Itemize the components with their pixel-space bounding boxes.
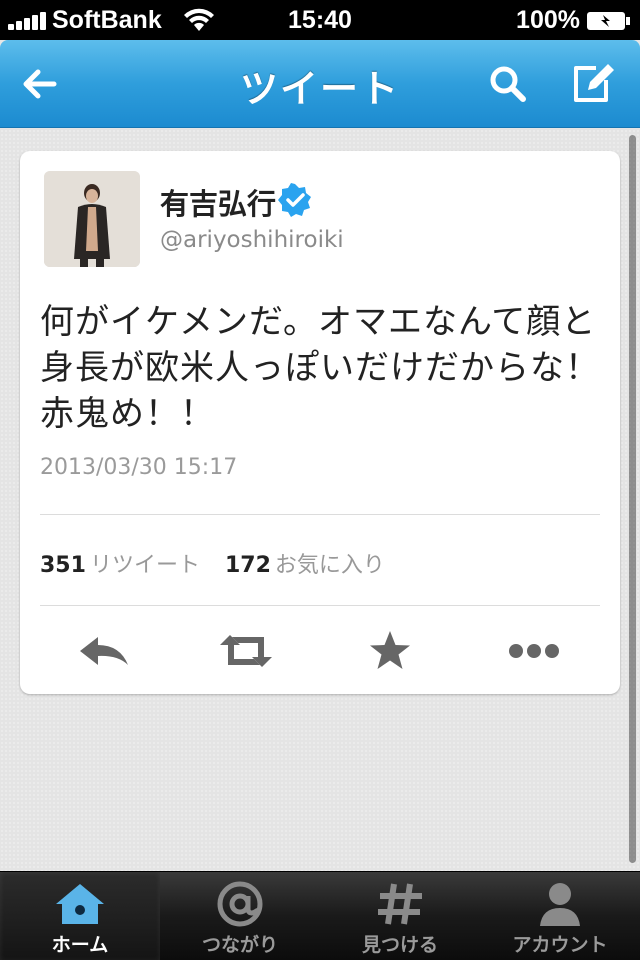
favorite-button[interactable]: [358, 625, 422, 677]
compose-icon: [574, 64, 614, 102]
search-button[interactable]: [482, 58, 534, 110]
status-bar: SoftBank 15:40 100%: [0, 0, 640, 40]
battery-percent: 100%: [516, 6, 580, 34]
favorite-count[interactable]: 172: [225, 553, 271, 578]
nav-bar: ツイート: [0, 40, 640, 128]
reply-icon: [80, 637, 128, 665]
at-icon: [217, 881, 263, 927]
page-title: ツイート: [239, 67, 400, 111]
divider: [40, 514, 600, 515]
tab-label: アカウント: [512, 934, 608, 956]
tab-label: ホーム: [51, 934, 109, 956]
divider: [40, 605, 600, 606]
compose-button[interactable]: [566, 58, 618, 110]
content-area[interactable]: 有吉弘行 @ariyoshihiroiki 何がイケメンだ。オマエなんて顔と身長…: [0, 129, 640, 871]
retweet-icon: [220, 635, 272, 667]
person-icon: [540, 883, 580, 926]
tweet-card: 有吉弘行 @ariyoshihiroiki 何がイケメンだ。オマエなんて顔と身長…: [20, 151, 620, 694]
search-icon: [490, 66, 526, 102]
tweet-timestamp: 2013/03/30 15:17: [40, 455, 238, 480]
tab-label: つながり: [201, 934, 278, 956]
verified-badge-icon: [278, 183, 311, 217]
retweet-button[interactable]: [214, 625, 278, 677]
tab-discover[interactable]: 見つける: [320, 872, 480, 960]
battery-icon: [586, 10, 632, 32]
hash-icon: [378, 883, 422, 925]
user-name[interactable]: 有吉弘行: [160, 181, 276, 223]
tab-bar: ホーム つながり 見つける アカウント: [0, 871, 640, 960]
tweet-stats: 351 リツイート 172 お気に入り: [40, 547, 403, 579]
tab-account[interactable]: アカウント: [480, 872, 640, 960]
avatar[interactable]: [44, 171, 140, 267]
retweet-label[interactable]: リツイート: [90, 553, 200, 578]
star-icon: [370, 631, 410, 669]
user-handle[interactable]: @ariyoshihiroiki: [160, 227, 344, 253]
home-icon: [56, 884, 104, 924]
favorite-label[interactable]: お気に入り: [275, 553, 385, 578]
tab-label: 見つける: [361, 934, 438, 956]
retweet-count[interactable]: 351: [40, 553, 86, 578]
more-button[interactable]: [502, 625, 566, 677]
reply-button[interactable]: [72, 625, 136, 677]
scrollbar[interactable]: [629, 135, 636, 863]
more-icon: [509, 644, 559, 658]
tab-connect[interactable]: つながり: [160, 872, 320, 960]
tweet-text: 何がイケメンだ。オマエなんて顔と身長が欧米人っぽいだけだからな！赤鬼め！！: [40, 302, 600, 434]
tab-home[interactable]: ホーム: [0, 872, 160, 960]
